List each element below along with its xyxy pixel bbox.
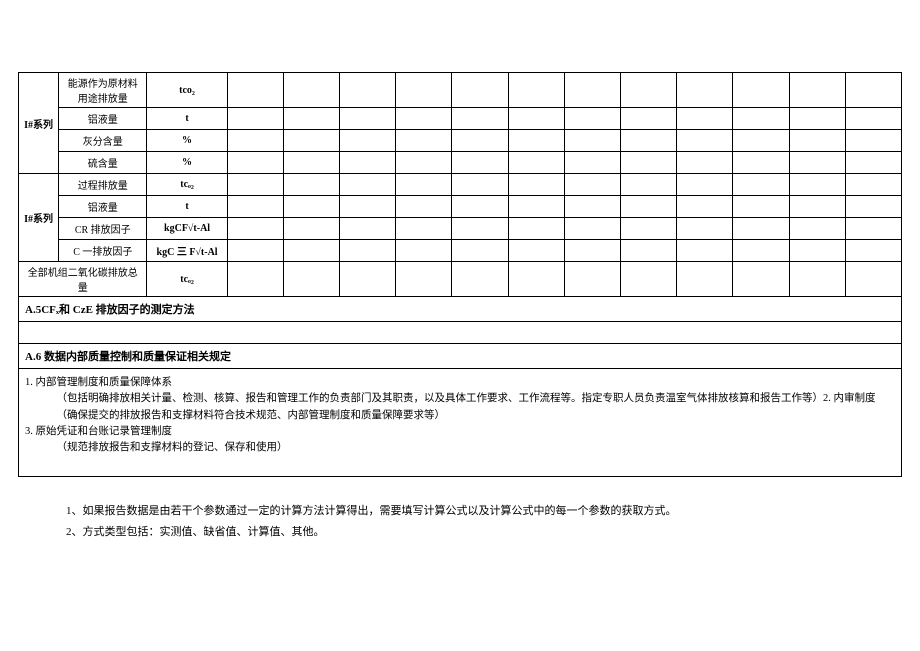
- a6-line1-sub: （包括明确排放相关计量、检测、核算、报告和管理工作的负责部门及其职责，以及具体工…: [25, 391, 895, 407]
- row-unit: t: [147, 108, 227, 130]
- cell: [508, 73, 564, 108]
- total-row-unit: tcₒ₂: [147, 262, 227, 297]
- a6-line3-sub: （规范排放报告和支撑材料的登记、保存和使用）: [25, 440, 895, 456]
- total-row-label: 全部机组二氧化碳排放总量: [19, 262, 147, 297]
- footnote-1: 1、如果报告数据是由若干个参数通过一定的计算方法计算得出，需要填写计算公式以及计…: [66, 501, 902, 522]
- group-a-head: I#系列: [19, 73, 59, 174]
- cell: [677, 73, 733, 108]
- cell: [621, 73, 677, 108]
- row-label: 能源作为原材料用途排放量: [59, 73, 147, 108]
- a6-line2-sub: （确保提交的排放报告和支撑材料符合技术规范、内部管理制度和质量保障要求等）: [25, 408, 895, 424]
- section-a5-body: [19, 322, 902, 344]
- a6-line3: 3. 原始凭证和台账记录管理制度: [25, 424, 895, 440]
- emission-table: I#系列 能源作为原材料用途排放量 tco₂ 铝液量 t 灰分含量 % 硫含量 …: [18, 72, 902, 477]
- footnote-2: 2、方式类型包括：实测值、缺省值、计算值、其他。: [66, 522, 902, 543]
- row-unit: kgCF√t-Al: [147, 218, 227, 240]
- row-unit: tcₒ₂: [147, 174, 227, 196]
- cell: [733, 73, 789, 108]
- cell: [227, 73, 283, 108]
- row-unit: t: [147, 196, 227, 218]
- group-b-head: I#系列: [19, 174, 59, 262]
- cell: [283, 73, 339, 108]
- section-a6-body: 1. 内部管理制度和质量保障体系 （包括明确排放相关计量、检测、核算、报告和管理…: [19, 369, 902, 477]
- cell: [396, 73, 452, 108]
- cell: [789, 73, 845, 108]
- row-label: 灰分含量: [59, 130, 147, 152]
- row-label: CR 排放因子: [59, 218, 147, 240]
- row-unit: tco₂: [147, 73, 227, 108]
- row-label: 铝液量: [59, 196, 147, 218]
- row-unit: %: [147, 130, 227, 152]
- cell: [564, 73, 620, 108]
- a6-line1: 1. 内部管理制度和质量保障体系: [25, 375, 895, 391]
- row-label: 过程排放量: [59, 174, 147, 196]
- row-unit: %: [147, 152, 227, 174]
- row-label: 铝液量: [59, 108, 147, 130]
- row-label: 硫含量: [59, 152, 147, 174]
- footnotes: 1、如果报告数据是由若干个参数通过一定的计算方法计算得出，需要填写计算公式以及计…: [66, 501, 902, 543]
- cell: [845, 73, 901, 108]
- cell: [340, 73, 396, 108]
- row-label: C 一排放因子: [59, 240, 147, 262]
- section-a5-title: A.5CFₓ和 CzE 排放因子的测定方法: [19, 297, 902, 322]
- section-a6-title: A.6 数据内部质量控制和质量保证相关规定: [19, 344, 902, 369]
- row-unit: kgC 三 F√t-Al: [147, 240, 227, 262]
- cell: [452, 73, 508, 108]
